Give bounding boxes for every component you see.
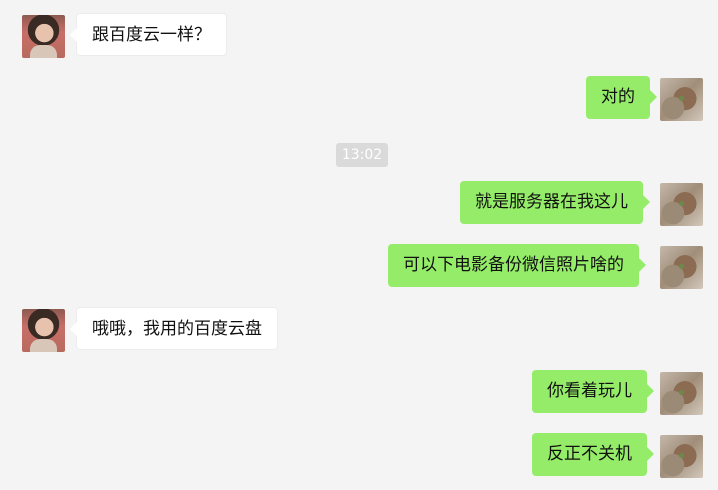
user-avatar-icon[interactable] [660,183,703,226]
message-bubble-received[interactable]: 跟百度云一样？ [70,13,227,56]
message-bubble-sent[interactable]: 对的 [586,76,657,119]
message-timestamp: 13:02 [336,143,388,167]
contact-avatar-icon[interactable] [22,15,65,58]
user-avatar-icon[interactable] [660,435,703,478]
contact-avatar-icon[interactable] [22,309,65,352]
message-bubble-sent[interactable]: 可以下电影备份微信照片啥的 [388,244,646,287]
message-bubble-sent[interactable]: 你看着玩儿 [532,370,654,413]
user-avatar-icon[interactable] [660,246,703,289]
message-bubble-sent[interactable]: 反正不关机 [532,433,654,476]
user-avatar-icon[interactable] [660,372,703,415]
message-bubble-received[interactable]: 哦哦，我用的百度云盘 [70,307,278,350]
message-bubble-sent[interactable]: 就是服务器在我这儿 [460,181,650,224]
user-avatar-icon[interactable] [660,78,703,121]
